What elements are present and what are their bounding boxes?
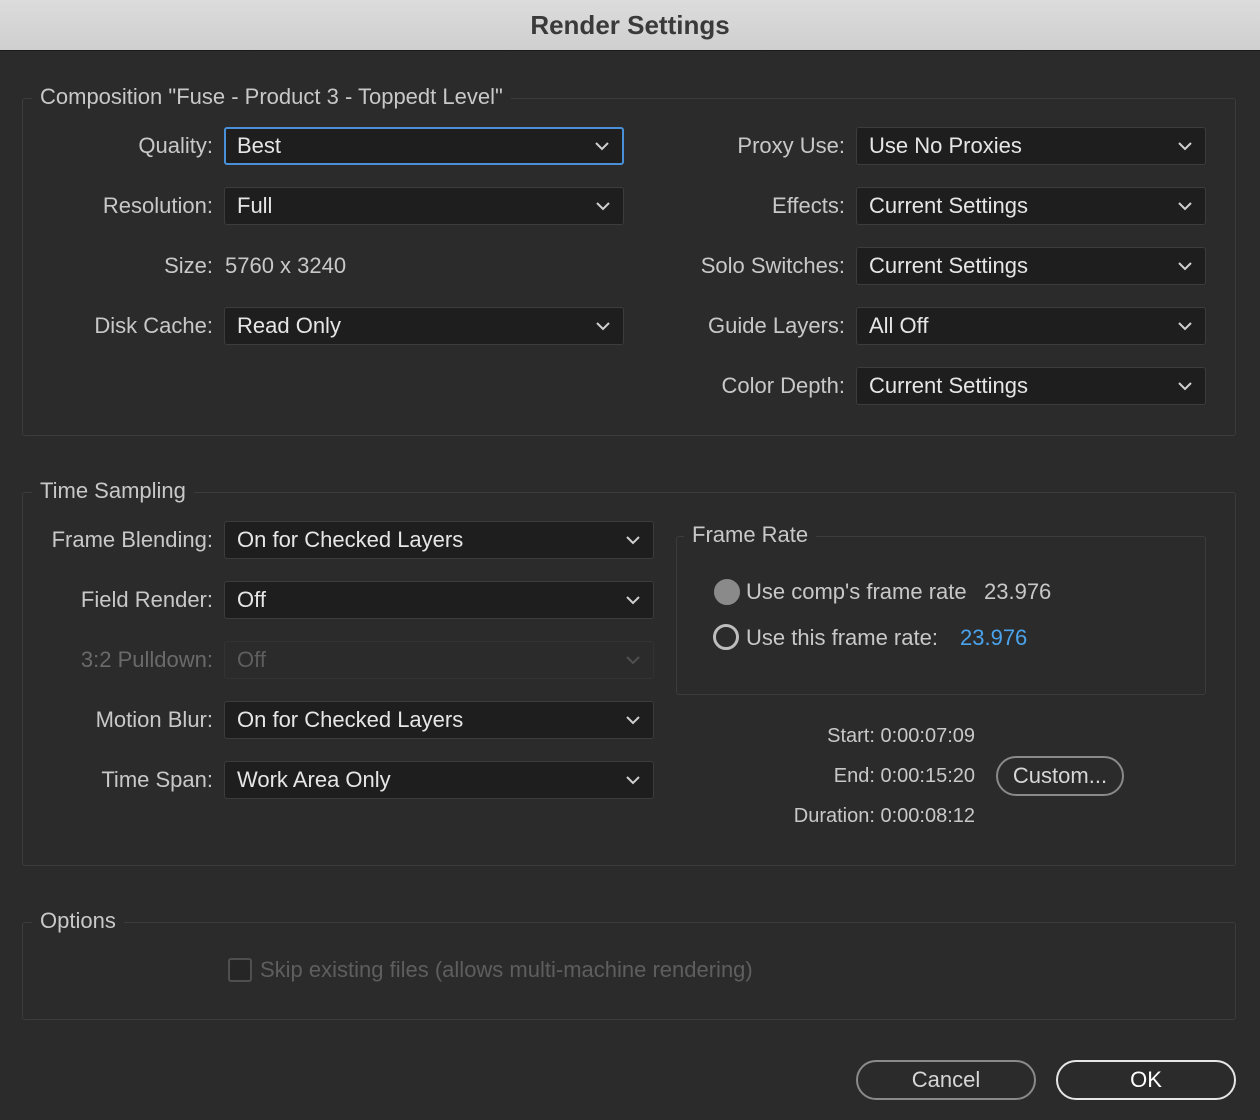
ok-button[interactable]: OK <box>1056 1060 1236 1100</box>
end-label-text: End: <box>833 765 875 787</box>
size-value: 5760 x 3240 <box>225 253 347 278</box>
duration-label-text: Duration: <box>793 805 875 827</box>
frame-blending-value: On for Checked Layers <box>237 527 464 552</box>
proxy-use-label: Proxy Use: <box>737 133 845 158</box>
frame-blending-select[interactable]: On for Checked Layers <box>224 521 654 559</box>
time-span-label: Time Span: <box>101 767 213 792</box>
resolution-value: Full <box>237 193 273 218</box>
color-depth-label: Color Depth: <box>721 373 845 398</box>
chevron-down-icon <box>1178 382 1192 391</box>
use-comp-frame-rate-radio[interactable] <box>714 579 740 605</box>
field-render-label: Field Render: <box>80 587 213 612</box>
time-span-value: Work Area Only <box>237 767 391 792</box>
pulldown-label: 3:2 Pulldown: <box>80 647 213 672</box>
end-value: 0:00:15:20 <box>880 765 975 787</box>
use-this-frame-rate-radio[interactable] <box>713 624 739 650</box>
resolution-label: Resolution: <box>102 193 213 218</box>
chevron-down-icon <box>626 716 640 725</box>
pulldown-value: Off <box>237 647 266 672</box>
solo-switches-value: Current Settings <box>869 253 1028 278</box>
title-bar: Render Settings <box>0 0 1260 51</box>
chevron-down-icon <box>595 142 609 151</box>
disk-cache-label: Disk Cache: <box>94 313 213 338</box>
use-comp-frame-rate-label[interactable]: Use comp's frame rate <box>746 573 967 611</box>
chevron-down-icon <box>1178 202 1192 211</box>
chevron-down-icon <box>626 656 640 665</box>
chevron-down-icon <box>1178 322 1192 331</box>
use-this-frame-rate-label[interactable]: Use this frame rate: <box>746 619 938 657</box>
window-title: Render Settings <box>530 9 730 40</box>
effects-label: Effects: <box>772 193 845 218</box>
proxy-use-value: Use No Proxies <box>869 133 1022 158</box>
disk-cache-select[interactable]: Read Only <box>224 307 624 345</box>
motion-blur-label: Motion Blur: <box>95 707 213 732</box>
guide-layers-value: All Off <box>869 313 929 338</box>
pulldown-select: Off <box>224 641 654 679</box>
disk-cache-value: Read Only <box>237 313 341 338</box>
chevron-down-icon <box>626 776 640 785</box>
guide-layers-label: Guide Layers: <box>708 313 845 338</box>
time-sampling-legend: Time Sampling <box>32 478 194 504</box>
chevron-down-icon <box>1178 262 1192 271</box>
solo-switches-select[interactable]: Current Settings <box>856 247 1206 285</box>
custom-button[interactable]: Custom... <box>996 756 1124 796</box>
effects-select[interactable]: Current Settings <box>856 187 1206 225</box>
chevron-down-icon <box>626 596 640 605</box>
guide-layers-select[interactable]: All Off <box>856 307 1206 345</box>
chevron-down-icon <box>626 536 640 545</box>
start-label: Start: 0:00:07:09 <box>827 717 975 755</box>
color-depth-select[interactable]: Current Settings <box>856 367 1206 405</box>
field-render-select[interactable]: Off <box>224 581 654 619</box>
skip-existing-checkbox <box>228 958 252 982</box>
proxy-use-select[interactable]: Use No Proxies <box>856 127 1206 165</box>
start-value: 0:00:07:09 <box>880 725 975 747</box>
composition-legend: Composition "Fuse - Product 3 - Toppedt … <box>32 84 511 110</box>
motion-blur-value: On for Checked Layers <box>237 707 464 732</box>
quality-select[interactable]: Best <box>224 127 624 165</box>
quality-label: Quality: <box>138 133 213 158</box>
effects-value: Current Settings <box>869 193 1028 218</box>
field-render-value: Off <box>237 587 266 612</box>
frame-rate-group <box>676 536 1206 695</box>
solo-switches-label: Solo Switches: <box>700 253 845 278</box>
start-label-text: Start: <box>827 725 875 747</box>
time-span-select[interactable]: Work Area Only <box>224 761 654 799</box>
end-label: End: 0:00:15:20 <box>834 757 975 795</box>
chevron-down-icon <box>596 202 610 211</box>
frame-rate-input[interactable]: 23.976 <box>960 619 1027 657</box>
frame-rate-legend: Frame Rate <box>684 522 817 548</box>
color-depth-value: Current Settings <box>869 373 1028 398</box>
cancel-button[interactable]: Cancel <box>856 1060 1036 1100</box>
options-legend: Options <box>32 908 124 934</box>
duration-label: Duration: 0:00:08:12 <box>794 797 975 835</box>
skip-existing-label: Skip existing files (allows multi-machin… <box>260 957 753 982</box>
duration-value: 0:00:08:12 <box>880 805 975 827</box>
chevron-down-icon <box>596 322 610 331</box>
chevron-down-icon <box>1178 142 1192 151</box>
frame-blending-label: Frame Blending: <box>51 527 213 552</box>
resolution-select[interactable]: Full <box>224 187 624 225</box>
comp-frame-rate-value: 23.976 <box>984 579 1052 604</box>
motion-blur-select[interactable]: On for Checked Layers <box>224 701 654 739</box>
size-label: Size: <box>164 253 213 278</box>
quality-value: Best <box>237 133 282 158</box>
